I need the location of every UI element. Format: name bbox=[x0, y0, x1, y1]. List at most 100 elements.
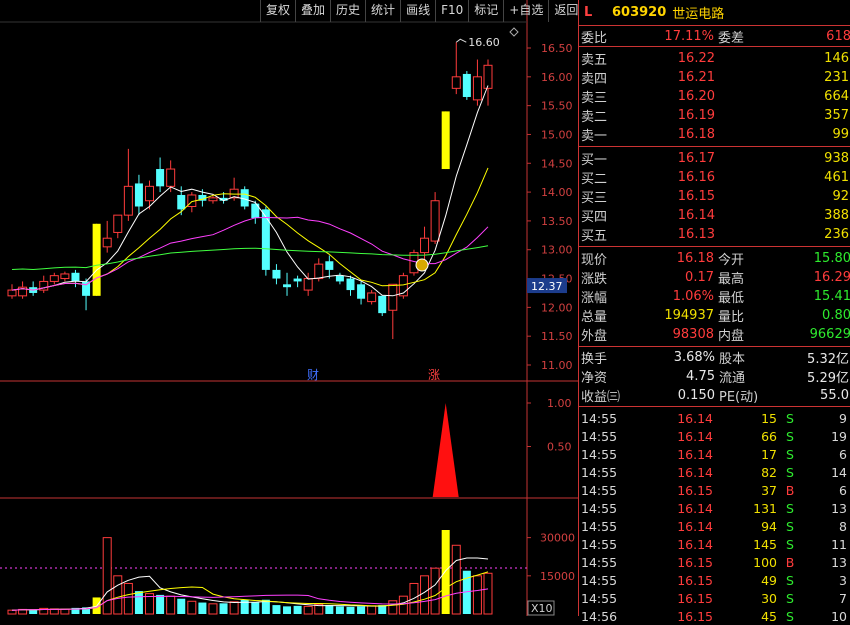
tick-volume: 37 bbox=[761, 482, 777, 498]
coin-marker-icon bbox=[415, 258, 429, 272]
add-favorite-button[interactable]: +自选 bbox=[503, 0, 548, 22]
tick-row[interactable]: 14:55 16.15 37 B 6 bbox=[579, 481, 850, 499]
buy-order-row[interactable]: 买四 16.14 388 bbox=[579, 206, 850, 225]
stat-value: 15.80 bbox=[813, 251, 850, 266]
volume-bar bbox=[60, 608, 70, 615]
statistics-button[interactable]: 统计 bbox=[365, 0, 400, 22]
candle-body bbox=[240, 189, 249, 207]
fundamental-row: 收益㈢ 0.150 PE(动) 55.0 bbox=[579, 386, 850, 405]
tick-row[interactable]: 14:55 16.15 30 S 7 bbox=[579, 589, 850, 607]
tick-volume: 131 bbox=[753, 500, 777, 516]
tick-row[interactable]: 14:55 16.14 94 S 8 bbox=[579, 517, 850, 535]
order-level-label: 买三 bbox=[581, 191, 608, 206]
history-button[interactable]: 历史 bbox=[330, 0, 365, 22]
candle-body bbox=[441, 111, 450, 170]
volume-bar bbox=[198, 602, 207, 614]
candle-body bbox=[325, 261, 334, 270]
tick-time: 14:55 bbox=[581, 482, 618, 498]
stat-label: 涨跌 bbox=[581, 272, 608, 287]
sell-order-row[interactable]: 卖四 16.21 231 bbox=[579, 68, 850, 87]
kline-chart-area[interactable]: 16.50 16.00 15.50 15.00 14.50 14.00 13.50 13.00… bbox=[0, 0, 578, 616]
sell-order-row[interactable]: 卖二 16.19 357 bbox=[579, 106, 850, 125]
fundamental-value: 4.75 bbox=[686, 369, 715, 384]
volume-bar bbox=[441, 530, 450, 614]
buy-order-row[interactable]: 买五 16.13 236 bbox=[579, 225, 850, 244]
volume-bar bbox=[187, 600, 197, 615]
kline-chart[interactable]: 16.50 16.00 15.50 15.00 14.50 14.00 13.50 13.00… bbox=[0, 0, 578, 616]
order-volume: 146 bbox=[824, 51, 849, 66]
tick-row[interactable]: 14:55 16.14 66 S 19 bbox=[579, 427, 850, 445]
fundamental-row: 净资 4.75 流通 5.29亿 bbox=[579, 367, 850, 386]
order-level-label: 卖三 bbox=[581, 91, 608, 106]
order-level-label: 卖五 bbox=[581, 53, 608, 68]
stock-code[interactable]: 603920 bbox=[612, 5, 666, 20]
tick-row[interactable]: 14:55 16.15 49 S 3 bbox=[579, 571, 850, 589]
current-price-tag: 12.37 bbox=[531, 280, 563, 293]
sell-order-row[interactable]: 卖一 16.18 99 bbox=[579, 125, 850, 144]
candle-body bbox=[102, 237, 112, 248]
fundamental-label: 股本 bbox=[719, 352, 746, 367]
weibi-value: 17.11% bbox=[664, 28, 714, 44]
tick-row[interactable]: 14:55 16.14 15 S 9 bbox=[579, 409, 850, 427]
buy-order-row[interactable]: 买三 16.15 92 bbox=[579, 187, 850, 206]
order-price: 16.21 bbox=[677, 70, 715, 85]
volume-bar bbox=[367, 605, 377, 615]
tick-row[interactable]: 14:55 16.14 131 S 13 bbox=[579, 499, 850, 517]
fundamental-label: 换手 bbox=[581, 352, 608, 367]
fundamental-value: 0.150 bbox=[677, 388, 715, 403]
volume-bar bbox=[177, 598, 186, 614]
fundamental-label: 收益㈢ bbox=[581, 390, 621, 405]
tick-price: 16.15 bbox=[677, 554, 713, 570]
sell-order-row[interactable]: 卖五 16.22 146 bbox=[579, 49, 850, 68]
tick-row[interactable]: 14:55 16.14 17 S 6 bbox=[579, 445, 850, 463]
tick-price: 16.15 bbox=[677, 590, 713, 606]
buy-order-row[interactable]: 买一 16.17 938 bbox=[579, 149, 850, 168]
order-level-label: 卖二 bbox=[581, 110, 608, 125]
tick-time: 14:55 bbox=[581, 572, 618, 588]
tick-row[interactable]: 14:55 16.15 100 B 13 bbox=[579, 553, 850, 571]
tick-direction: S bbox=[786, 518, 794, 534]
price-axis-label: 14.50 bbox=[541, 157, 573, 170]
tick-row[interactable]: 14:55 16.14 145 S 11 bbox=[579, 535, 850, 553]
candle-body bbox=[346, 278, 355, 291]
volume-bar bbox=[398, 595, 408, 615]
candle-body bbox=[177, 194, 186, 210]
tick-volume: 66 bbox=[761, 428, 777, 444]
tick-volume: 15 bbox=[761, 410, 777, 426]
candle-body bbox=[123, 185, 133, 216]
tick-volume: 94 bbox=[761, 518, 777, 534]
tick-count: 19 bbox=[831, 428, 847, 444]
tick-time: 14:55 bbox=[581, 410, 618, 426]
restore-rights-button[interactable]: 复权 bbox=[260, 0, 295, 22]
volume-bar bbox=[283, 606, 292, 614]
stat-value: 0.17 bbox=[685, 270, 714, 285]
candle-body bbox=[166, 168, 176, 187]
draw-line-button[interactable]: 画线 bbox=[400, 0, 435, 22]
candle-body bbox=[357, 284, 366, 299]
candle-body bbox=[367, 292, 377, 303]
order-volume: 388 bbox=[824, 208, 849, 223]
tick-row[interactable]: 14:56 16.15 45 S 10 bbox=[579, 607, 850, 625]
tick-list[interactable]: 14:55 16.14 15 S 9 14:55 16.14 66 S 19 14:55 16.14 1… bbox=[579, 407, 850, 625]
candle-body bbox=[208, 197, 218, 202]
order-volume: 236 bbox=[824, 227, 849, 242]
quote-panel: L 603920 世运电路 委比 17.11% 委差 618 卖五 16.22 14… bbox=[578, 0, 850, 624]
tick-count: 13 bbox=[831, 554, 847, 570]
volume-bar bbox=[346, 606, 355, 614]
f10-button[interactable]: F10 bbox=[435, 0, 468, 22]
tick-volume: 49 bbox=[761, 572, 777, 588]
tick-price: 16.14 bbox=[677, 536, 713, 552]
buy-order-row[interactable]: 买二 16.16 461 bbox=[579, 168, 850, 187]
fundamental-value: 5.32亿 bbox=[807, 352, 849, 367]
stat-value: 1.06% bbox=[672, 289, 714, 304]
mark-button[interactable]: 标记 bbox=[468, 0, 503, 22]
indicator-axis-label: 1.00 bbox=[547, 397, 572, 410]
tick-row[interactable]: 14:55 16.14 82 S 14 bbox=[579, 463, 850, 481]
price-axis-label: 11.00 bbox=[541, 359, 573, 372]
sell-order-row[interactable]: 卖三 16.20 664 bbox=[579, 87, 850, 106]
overlay-button[interactable]: 叠加 bbox=[295, 0, 330, 22]
tick-time: 14:55 bbox=[581, 464, 618, 480]
stock-name[interactable]: 世运电路 bbox=[672, 3, 724, 22]
fundamental-label: 净资 bbox=[581, 371, 608, 386]
order-volume: 664 bbox=[824, 89, 849, 104]
